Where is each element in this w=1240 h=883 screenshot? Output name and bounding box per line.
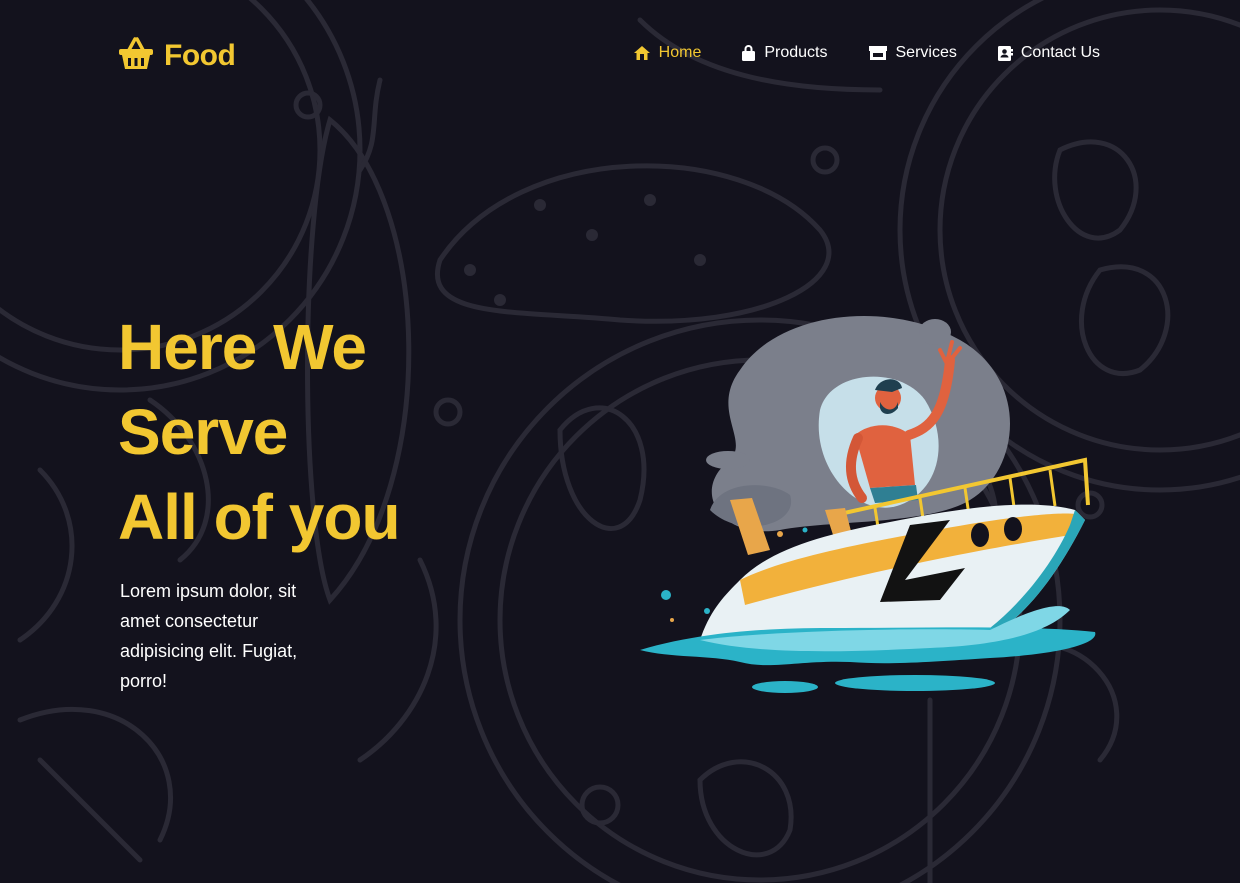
brand-name: Food	[164, 38, 236, 72]
nav-item-home[interactable]: Home	[633, 44, 702, 62]
nav-item-services[interactable]: Services	[868, 44, 957, 62]
hero-title: Here We Serve All of you	[118, 305, 448, 560]
hero-description: Lorem ipsum dolor, sit amet consectetur …	[120, 581, 298, 691]
hero-title-line: Here We	[118, 311, 367, 383]
shopping-bag-icon	[741, 44, 756, 62]
nav-item-products[interactable]: Products	[741, 44, 828, 62]
store-icon	[868, 45, 888, 61]
nav-item-label: Contact Us	[1020, 44, 1100, 61]
basket-icon	[118, 36, 154, 75]
home-icon	[633, 45, 651, 61]
brand-logo[interactable]: Food	[118, 36, 236, 75]
nav-item-label: Products	[764, 44, 828, 61]
hero-title-line: Serve	[118, 396, 288, 468]
nav-menu: Home Products Services Contact Us	[633, 44, 1100, 62]
nav-item-label: Home	[658, 44, 702, 61]
man-on-speedboat-illustration	[640, 316, 1096, 693]
nav-item-label: Services	[895, 44, 957, 61]
navbar: Food Home Products Services Contact Us	[0, 0, 1240, 110]
nav-item-contact[interactable]: Contact Us	[997, 44, 1100, 62]
address-book-icon	[997, 45, 1013, 62]
hero-title-line: All of you	[118, 481, 401, 553]
